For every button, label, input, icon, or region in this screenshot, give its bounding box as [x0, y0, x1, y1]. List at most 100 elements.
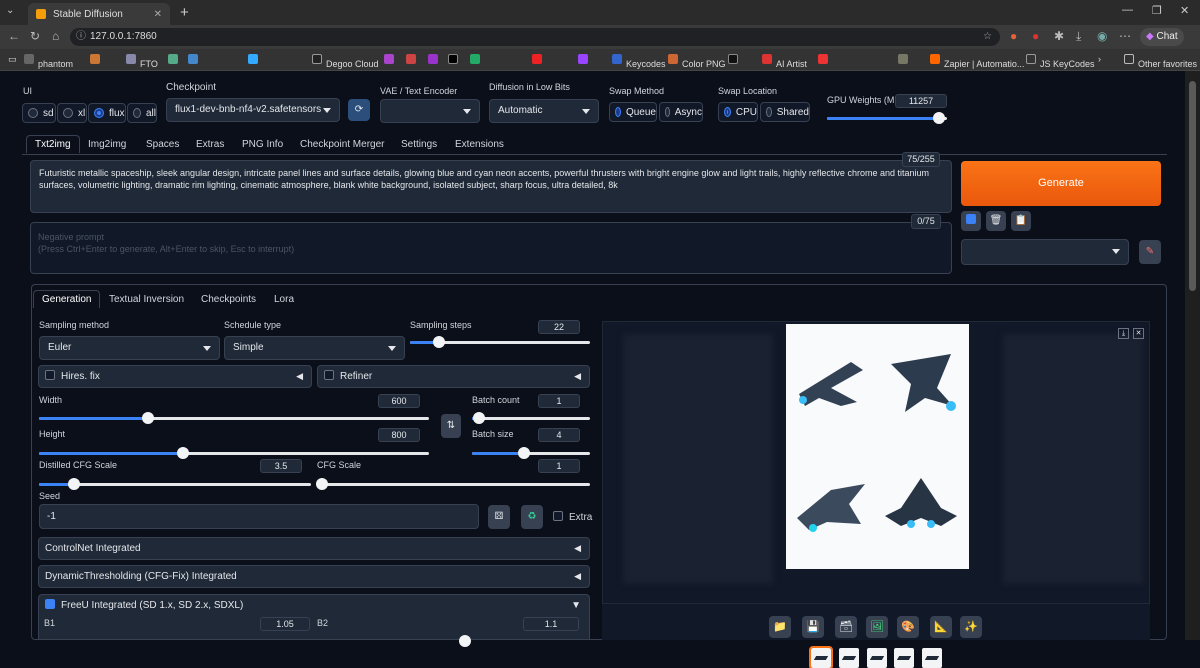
minimize-icon[interactable]: —: [1122, 4, 1133, 16]
ui-radio-all[interactable]: all: [127, 103, 157, 123]
sampling-method-select[interactable]: Euler: [39, 336, 220, 360]
distilled-cfg-input[interactable]: 3.5: [260, 459, 302, 473]
spaceship-image[interactable]: [791, 464, 871, 544]
gallery-thumbnail[interactable]: [922, 648, 942, 668]
bookmark-aiartist[interactable]: AI Artist: [762, 54, 807, 69]
generate-button[interactable]: Generate: [961, 161, 1161, 206]
bookmark-icon-item[interactable]: [448, 54, 462, 65]
bookmark-icon-item[interactable]: [578, 54, 592, 65]
bookmark-icon-item[interactable]: [384, 54, 398, 65]
batch-count-slider[interactable]: [472, 412, 590, 424]
cfg-scale-input[interactable]: 1: [538, 459, 580, 473]
scrollbar-thumb[interactable]: [1189, 81, 1196, 291]
dynthres-accordion[interactable]: DynamicThresholding (CFG-Fix) Integrated…: [38, 565, 590, 588]
hires-fix-checkbox[interactable]: [45, 370, 55, 380]
bookmark-colorpng[interactable]: Color PNG: [668, 54, 726, 69]
distilled-cfg-slider[interactable]: [39, 478, 311, 490]
maximize-icon[interactable]: ❐: [1152, 4, 1162, 17]
gallery-thumbnail[interactable]: [839, 648, 859, 668]
ui-radio-sd[interactable]: sd: [22, 103, 56, 123]
home-icon[interactable]: ⌂: [52, 29, 59, 43]
bookmark-icon-item[interactable]: [818, 54, 832, 65]
height-slider[interactable]: [39, 447, 429, 459]
browser-tab[interactable]: Stable Diffusion ✕: [28, 3, 170, 25]
slider-thumb[interactable]: [517, 447, 530, 459]
close-window-icon[interactable]: ✕: [1180, 4, 1189, 17]
random-seed-button[interactable]: ⚄: [488, 505, 510, 529]
refiner-accordion[interactable]: Refiner ◀: [317, 365, 590, 388]
tab-spaces[interactable]: Spaces: [146, 139, 179, 150]
bookmark-icon-item[interactable]: [470, 54, 484, 65]
gpu-weights-input[interactable]: 11257: [895, 94, 947, 108]
gpu-weights-slider[interactable]: [827, 112, 947, 124]
tab-settings[interactable]: Settings: [401, 139, 437, 150]
bookmark-icon-item[interactable]: [90, 54, 104, 65]
paste-prompt-button[interactable]: 📋: [1011, 211, 1031, 231]
site-info-icon[interactable]: ⓘ: [76, 28, 86, 46]
extra-checkbox[interactable]: [553, 511, 563, 521]
sampling-steps-slider[interactable]: [410, 336, 590, 348]
bookmarks-overflow-icon[interactable]: ›: [1098, 54, 1101, 64]
upscale-button[interactable]: ✨: [960, 616, 982, 638]
prompt-textarea[interactable]: Futuristic metallic spaceship, sleek ang…: [30, 160, 952, 213]
slider-thumb[interactable]: [432, 336, 445, 348]
schedule-type-select[interactable]: Simple: [224, 336, 405, 360]
tab-checkpoint-merger[interactable]: Checkpoint Merger: [300, 139, 384, 150]
more-menu-icon[interactable]: ⋯: [1119, 29, 1131, 43]
swap-cpu-radio[interactable]: CPU: [718, 102, 758, 122]
open-folder-button[interactable]: 📁: [769, 616, 791, 638]
reuse-seed-button[interactable]: ♻: [521, 505, 543, 529]
new-tab-icon[interactable]: +: [180, 4, 189, 21]
controlnet-accordion[interactable]: ControlNet Integrated ◀: [38, 537, 590, 560]
bookmark-icon-item[interactable]: [406, 54, 420, 65]
bookmark-icon-item[interactable]: [428, 54, 442, 65]
refresh-icon[interactable]: ↻: [30, 29, 40, 43]
close-gallery-icon[interactable]: ✕: [1133, 328, 1144, 339]
page-scrollbar[interactable]: [1185, 71, 1200, 640]
zip-button[interactable]: 🗃: [835, 616, 857, 638]
spaceship-image[interactable]: [881, 464, 961, 544]
b2-slider-thumb[interactable]: [459, 635, 471, 647]
bookmark-keycodes[interactable]: Keycodes: [612, 54, 666, 69]
batch-count-input[interactable]: 1: [538, 394, 580, 408]
swap-dimensions-button[interactable]: ⇅: [441, 414, 461, 438]
edit-styles-button[interactable]: ✎: [1139, 240, 1161, 264]
slider-thumb[interactable]: [932, 112, 945, 124]
style-checkbox-button[interactable]: [961, 211, 981, 231]
tab-list-icon[interactable]: ⌄: [6, 5, 14, 16]
refresh-checkpoints-button[interactable]: ⟳: [348, 99, 370, 121]
b2-input[interactable]: 1.1: [523, 617, 579, 631]
extension-icon[interactable]: ●: [1032, 29, 1039, 43]
tab-generation[interactable]: Generation: [33, 290, 101, 308]
save-button[interactable]: 💾: [802, 616, 824, 638]
hires-fix-accordion[interactable]: Hires. fix ◀: [38, 365, 312, 388]
tab-extras[interactable]: Extras: [196, 139, 224, 150]
send-to-inpaint-button[interactable]: 🎨: [897, 616, 919, 638]
sampling-steps-input[interactable]: 22: [538, 320, 580, 334]
tab-img2img[interactable]: Img2img: [88, 139, 126, 150]
gallery-thumbnail[interactable]: [894, 648, 914, 668]
send-to-img2img-button[interactable]: 🖼: [866, 616, 888, 638]
tab-extensions[interactable]: Extensions: [455, 139, 504, 150]
bookmark-zapier[interactable]: Zapier | Automatio...: [930, 54, 1024, 69]
freeu-accordion[interactable]: FreeU Integrated (SD 1.x, SD 2.x, SDXL) ▼: [38, 594, 590, 640]
refiner-checkbox[interactable]: [324, 370, 334, 380]
width-slider[interactable]: [39, 412, 429, 424]
checkpoint-select[interactable]: flux1-dev-bnb-nf4-v2.safetensors: [166, 98, 340, 122]
bookmark-fto[interactable]: FTO: [126, 54, 158, 69]
extra-seed-toggle[interactable]: Extra: [553, 511, 592, 523]
copilot-chat-button[interactable]: ◆ Chat: [1140, 28, 1184, 46]
seed-input[interactable]: -1: [39, 504, 479, 529]
b1-input[interactable]: 1.05: [260, 617, 310, 631]
clear-prompt-button[interactable]: 🗑: [986, 211, 1006, 231]
spaceship-image[interactable]: [791, 344, 871, 424]
bookmark-jskeycodes[interactable]: JS KeyCodes: [1026, 54, 1095, 69]
bookmark-icon-item[interactable]: [188, 54, 202, 65]
swap-queue-radio[interactable]: Queue: [609, 102, 657, 122]
gallery-thumbnail[interactable]: [809, 646, 833, 668]
apps-icon[interactable]: ▭: [8, 54, 17, 65]
tab-txt2img[interactable]: Txt2img: [26, 135, 80, 153]
tab-png-info[interactable]: PNG Info: [242, 139, 283, 150]
cfg-scale-slider[interactable]: [316, 478, 590, 490]
bookmark-degoo[interactable]: Degoo Cloud: [312, 54, 379, 69]
